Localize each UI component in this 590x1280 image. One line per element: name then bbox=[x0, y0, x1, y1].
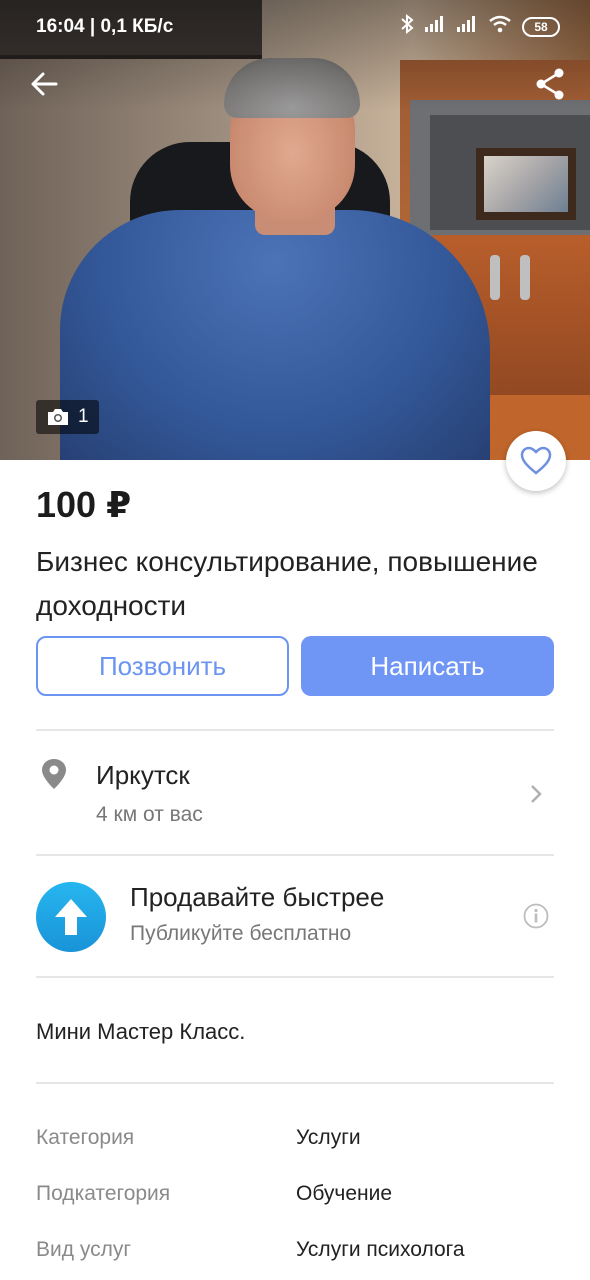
divider bbox=[36, 1082, 554, 1084]
back-arrow-icon bbox=[31, 72, 58, 96]
listing-photo[interactable] bbox=[0, 0, 590, 460]
call-button[interactable]: Позвонить bbox=[36, 636, 289, 696]
param-value-subcategory: Обучение bbox=[296, 1182, 393, 1205]
cabinet-handle bbox=[490, 255, 500, 300]
camera-icon bbox=[48, 409, 68, 425]
photo-count-badge[interactable]: 1 bbox=[36, 400, 99, 434]
listing-description: Мини Мастер Класс. bbox=[36, 1019, 246, 1044]
divider bbox=[36, 729, 554, 731]
divider bbox=[36, 976, 554, 978]
param-label-subcategory: Подкатегория bbox=[36, 1182, 171, 1205]
status-icons: 58 bbox=[400, 13, 560, 39]
photo-count-value: 1 bbox=[78, 406, 89, 427]
heart-icon bbox=[520, 446, 552, 475]
wifi-icon bbox=[488, 15, 512, 38]
param-value-category: Услуги bbox=[296, 1126, 361, 1149]
signal-icon bbox=[456, 15, 478, 38]
cabinet-handle bbox=[520, 255, 530, 300]
status-bar: 16:04 | 0,1 КБ/с 58 bbox=[0, 0, 590, 52]
back-button[interactable] bbox=[26, 66, 62, 102]
promo-title: Продавайте быстрее bbox=[130, 882, 385, 912]
bluetooth-icon bbox=[400, 13, 414, 39]
signal-icon bbox=[424, 15, 446, 38]
status-time: 16:04 | 0,1 КБ/с bbox=[36, 16, 174, 37]
location-distance: 4 км от вас bbox=[96, 803, 203, 826]
listing-price: 100 ₽ bbox=[36, 484, 132, 525]
info-icon[interactable] bbox=[523, 903, 549, 929]
write-button[interactable]: Написать bbox=[301, 636, 554, 696]
param-label-service-type: Вид услуг bbox=[36, 1238, 132, 1261]
promo-subtitle: Публикуйте бесплатно bbox=[130, 922, 352, 945]
param-value-service-type: Услуги психолога bbox=[296, 1238, 465, 1261]
chevron-right-icon bbox=[531, 785, 542, 803]
promo-badge bbox=[36, 882, 106, 952]
favorite-button[interactable] bbox=[506, 431, 566, 491]
person-shirt bbox=[60, 210, 490, 460]
listing-title: Бизнес консультирование, повышение доход… bbox=[36, 546, 538, 621]
divider bbox=[36, 854, 554, 856]
location-pin-icon bbox=[42, 759, 66, 789]
share-button[interactable] bbox=[532, 66, 568, 102]
arrow-up-icon bbox=[55, 899, 87, 935]
share-icon bbox=[536, 68, 564, 100]
location-city: Иркутск bbox=[96, 760, 190, 790]
battery-icon: 58 bbox=[522, 16, 560, 37]
param-label-category: Категория bbox=[36, 1126, 135, 1149]
background-photo bbox=[484, 156, 568, 212]
